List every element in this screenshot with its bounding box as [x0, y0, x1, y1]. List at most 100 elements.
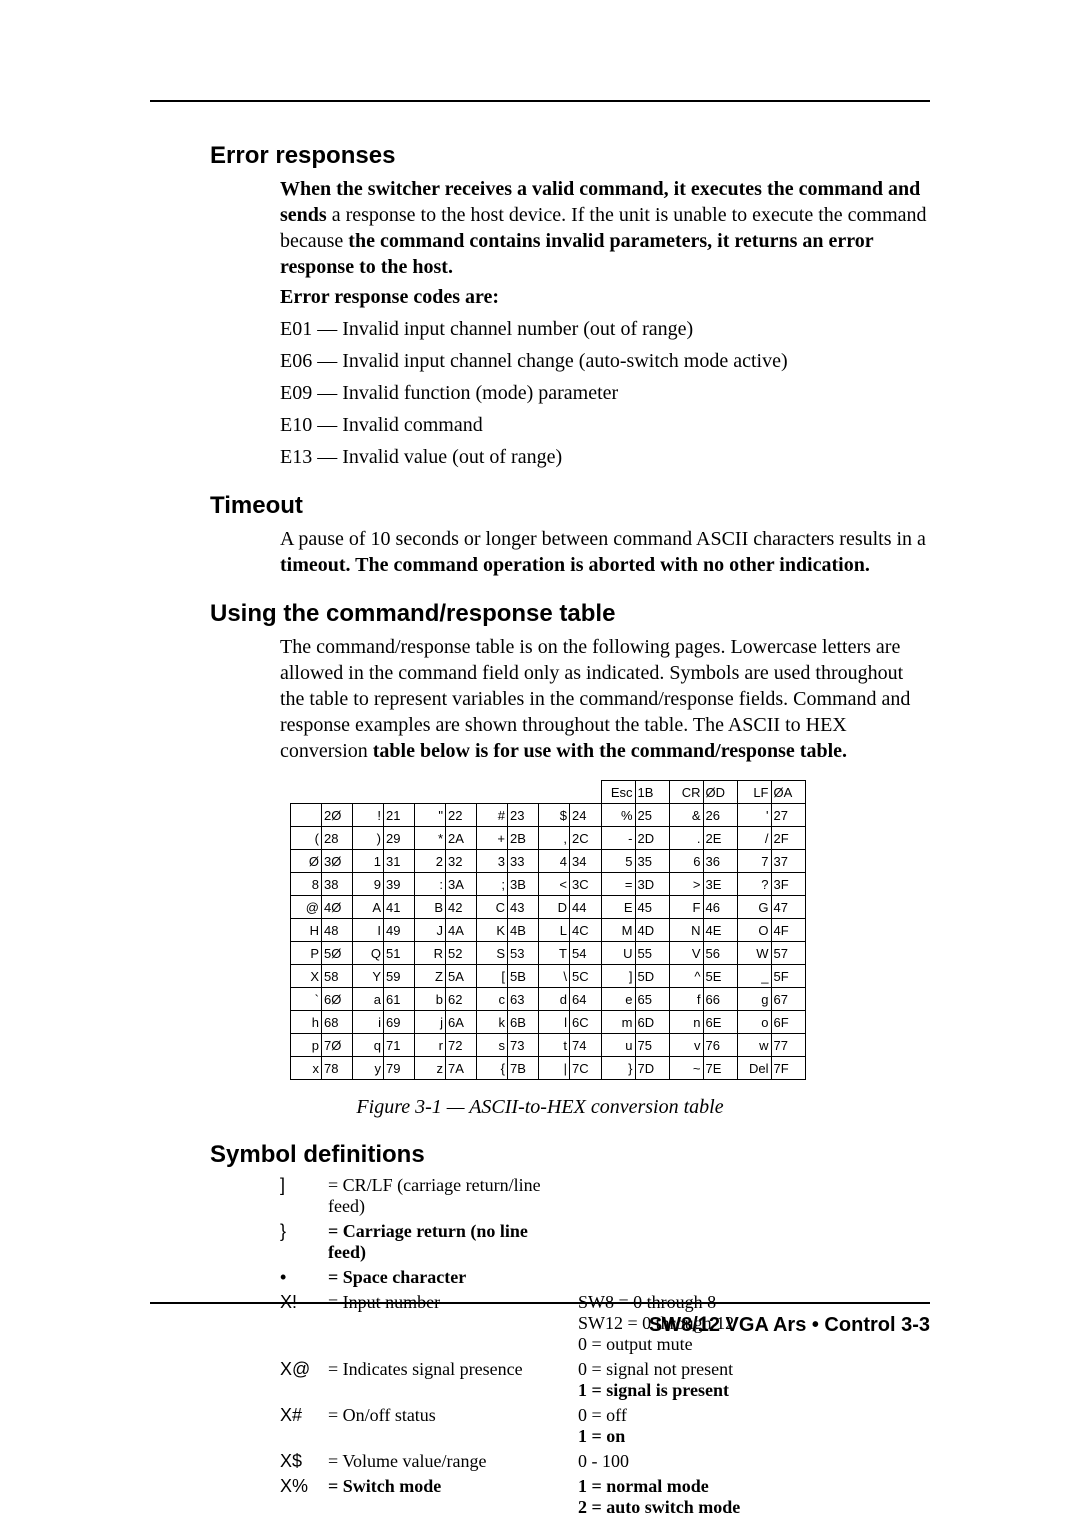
ascii-hex-cell: 54	[570, 942, 602, 965]
ascii-char-cell: k	[477, 1011, 508, 1034]
ascii-char-cell	[291, 804, 322, 827]
ascii-char-cell: $	[539, 804, 570, 827]
symbol-def-row: •= Space character	[280, 1267, 930, 1288]
symbol-glyph: ]	[280, 1175, 318, 1196]
error-codes-label: Error response codes are:	[280, 284, 930, 310]
ascii-hex-cell: 32	[446, 850, 477, 873]
ascii-char-cell: A	[353, 896, 384, 919]
ascii-char-cell: \	[539, 965, 570, 988]
symbol-value-line: 0 = signal not present	[578, 1359, 930, 1380]
ascii-char-cell: u	[601, 1034, 635, 1057]
symbol-def-row: }= Carriage return (no line feed)	[280, 1221, 930, 1263]
ascii-hex-cell: 6E	[703, 1011, 737, 1034]
ascii-hex-cell: 36	[703, 850, 737, 873]
ascii-char-cell: Ø	[291, 850, 322, 873]
ascii-char-cell: B	[415, 896, 446, 919]
ascii-char-cell: ?	[737, 873, 771, 896]
symbol-values: 1 = normal mode2 = auto switch mode	[578, 1476, 930, 1518]
ascii-hex-cell: 52	[446, 942, 477, 965]
ascii-char-cell: .	[669, 827, 703, 850]
symbol-glyph: X@	[280, 1359, 318, 1380]
ascii-hex-cell: 24	[570, 804, 602, 827]
ascii-table-wrap: Esc1BCRØDLFØA2Ø!21"22#23$24%25&26'27(28)…	[290, 780, 790, 1080]
error-responses-body: When the switcher receives a valid comma…	[280, 176, 930, 470]
ascii-hex-cell: 46	[703, 896, 737, 919]
symbol-desc: = Space character	[328, 1267, 568, 1288]
ascii-char-cell: o	[737, 1011, 771, 1034]
ascii-char-cell: 9	[353, 873, 384, 896]
ascii-char-cell: =	[601, 873, 635, 896]
ascii-char-cell: ^	[669, 965, 703, 988]
ascii-char-cell: E	[601, 896, 635, 919]
ascii-char-cell: ,	[539, 827, 570, 850]
ascii-hex-cell: 47	[771, 896, 805, 919]
symbol-glyph: X$	[280, 1451, 318, 1472]
ascii-char-cell: a	[353, 988, 384, 1011]
ascii-char-cell: q	[353, 1034, 384, 1057]
error-codes-list: E01 — Invalid input channel number (out …	[280, 316, 930, 470]
ascii-hex-cell: 55	[635, 942, 669, 965]
ascii-hex-cell: 79	[384, 1057, 415, 1080]
ascii-char-cell: L	[539, 919, 570, 942]
ascii-hex-cell: 69	[384, 1011, 415, 1034]
ascii-hex-cell: 35	[635, 850, 669, 873]
ascii-hex-cell: 5A	[446, 965, 477, 988]
ascii-hex-cell: 5Ø	[322, 942, 353, 965]
figure-caption: Figure 3-1 — ASCII-to-HEX conversion tab…	[150, 1096, 930, 1119]
ascii-hex-cell: 5C	[570, 965, 602, 988]
ascii-hex-cell: 4D	[635, 919, 669, 942]
symbol-values: 0 = off1 = on	[578, 1405, 930, 1447]
ascii-hex-cell: 7B	[508, 1057, 539, 1080]
ascii-char-cell: #	[477, 804, 508, 827]
ascii-char-cell: `	[291, 988, 322, 1011]
ascii-hex-cell: 4Ø	[322, 896, 353, 919]
ascii-hex-cell: 2E	[703, 827, 737, 850]
ascii-char-cell: H	[291, 919, 322, 942]
ascii-hex-cell: 21	[384, 804, 415, 827]
ascii-char-cell: G	[737, 896, 771, 919]
ascii-char-cell: +	[477, 827, 508, 850]
ascii-char-cell: I	[353, 919, 384, 942]
ascii-hex-cell: 51	[384, 942, 415, 965]
symbol-value-line: 1 = signal is present	[578, 1380, 930, 1401]
ascii-hex-cell: 64	[570, 988, 602, 1011]
ascii-char-cell: O	[737, 919, 771, 942]
ascii-char-cell: t	[539, 1034, 570, 1057]
ascii-header-cell: Esc	[601, 781, 635, 804]
ascii-char-cell: 6	[669, 850, 703, 873]
ascii-char-cell: 7	[737, 850, 771, 873]
top-rule	[150, 100, 930, 102]
ascii-hex-cell: 2C	[570, 827, 602, 850]
symbol-def-row: X#= On/off status0 = off1 = on	[280, 1405, 930, 1447]
symbol-def-row: X$= Volume value/range0 - 100	[280, 1451, 930, 1472]
ascii-hex-cell: 65	[635, 988, 669, 1011]
ascii-char-cell: D	[539, 896, 570, 919]
using-table-body: The command/response table is on the fol…	[280, 634, 930, 764]
ascii-hex-cell: 41	[384, 896, 415, 919]
ascii-char-cell: x	[291, 1057, 322, 1080]
ascii-header-cell: CR	[669, 781, 703, 804]
ascii-char-cell: c	[477, 988, 508, 1011]
ascii-header-spacer	[477, 781, 508, 804]
ascii-hex-cell: 27	[771, 804, 805, 827]
ascii-hex-cell: 3D	[635, 873, 669, 896]
ascii-hex-cell: 39	[384, 873, 415, 896]
ascii-hex-cell: 34	[570, 850, 602, 873]
ascii-hex-cell: 5E	[703, 965, 737, 988]
ascii-hex-cell: 3C	[570, 873, 602, 896]
ascii-hex-cell: 4F	[771, 919, 805, 942]
symbol-defs-table: ]= CR/LF (carriage return/line feed)}= C…	[280, 1175, 930, 1518]
ascii-char-cell: K	[477, 919, 508, 942]
ascii-char-cell: 4	[539, 850, 570, 873]
ascii-char-cell: e	[601, 988, 635, 1011]
heading-timeout: Timeout	[210, 492, 930, 520]
ascii-char-cell: 5	[601, 850, 635, 873]
ascii-char-cell: W	[737, 942, 771, 965]
ascii-char-cell: _	[737, 965, 771, 988]
heading-using-table: Using the command/response table	[210, 600, 930, 628]
ascii-char-cell: }	[601, 1057, 635, 1080]
timeout-body: A pause of 10 seconds or longer between …	[280, 526, 930, 578]
ascii-hex-cell: 6B	[508, 1011, 539, 1034]
ascii-char-cell: ]	[601, 965, 635, 988]
ascii-header-cell: 1B	[635, 781, 669, 804]
